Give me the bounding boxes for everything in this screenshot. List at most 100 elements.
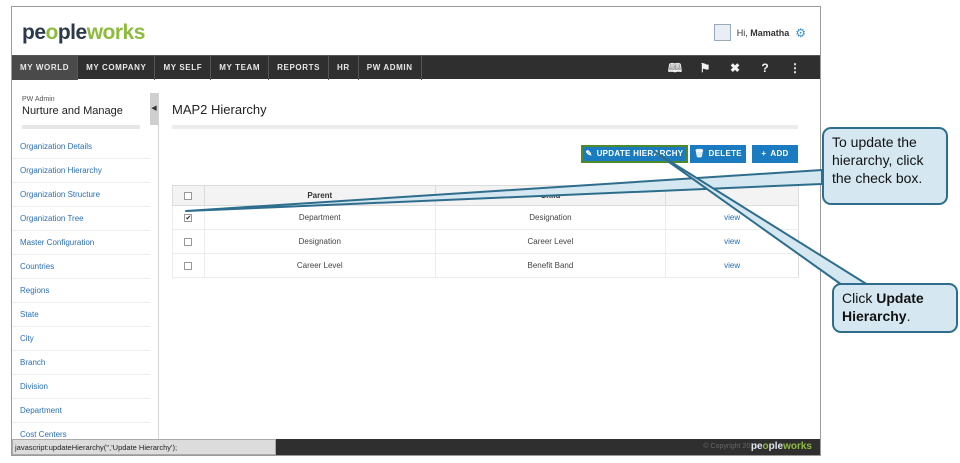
page-size-control: Show: 10 ▾ [746,173,792,183]
row-checkbox-cell: ✔ [172,205,205,230]
logo-text-b: ple [57,21,87,44]
logo-text-a: pe [22,21,46,44]
chevron-left-icon: ◀ [151,105,157,112]
view-link-cell: view [665,229,799,254]
footer-logo-a: pe [750,441,763,452]
update-hierarchy-button[interactable]: ✎ UPDATE HIERARCHY [581,145,688,163]
app-window: peopleworks Hi, Mamatha ⚙ MY WORLD MY CO… [11,6,821,456]
callout-update-suffix: . [906,308,911,324]
sidebar: PW Admin Nurture and Manage Organization… [12,93,150,447]
sidebar-item-organization-structure[interactable]: Organization Structure [12,183,150,207]
sidebar-item-organization-details[interactable]: Organization Details [12,135,150,159]
sidebar-item-branch[interactable]: Branch [12,351,150,375]
user-area: Hi, Mamatha ⚙ [713,24,806,41]
footer-logo: peopleworks [751,440,812,454]
help-icon[interactable]: ? [750,56,780,80]
page-size-select[interactable]: 10 ▾ [772,173,792,183]
pencil-icon: ✎ [585,149,593,158]
select-all-checkbox[interactable] [184,191,193,200]
delete-button[interactable]: 🗑︎ DELETE [690,145,746,163]
user-name: Mamatha [750,27,790,38]
avatar[interactable] [713,24,731,41]
sidebar-item-division[interactable]: Division [12,375,150,399]
add-button[interactable]: + ADD [752,145,798,163]
view-link[interactable]: view [724,261,740,270]
update-hierarchy-label: UPDATE HIERARCHY [596,149,684,158]
column-header-child[interactable]: Child [434,185,667,206]
page-title: MAP2 Hierarchy [172,102,267,117]
user-greeting: Hi, Mamatha [737,28,790,38]
browser-status-url: javascript:updateHierarchy('','Update Hi… [12,439,276,455]
sidebar-item-countries[interactable]: Countries [12,255,150,279]
child-cell: Designation [434,205,666,230]
nav-tab-my-company[interactable]: MY COMPANY [78,56,156,80]
hierarchy-table: Parent Child ✔ Department Designation vi… [172,185,799,278]
view-link[interactable]: view [724,213,740,222]
sidebar-list: Organization Details Organization Hierar… [12,135,150,447]
nav-tab-reports[interactable]: REPORTS [269,56,330,80]
delete-label: DELETE [708,149,742,158]
tools-icon[interactable]: ✖ [720,56,750,80]
sidebar-divider [22,125,140,129]
select-all-cell [172,185,205,206]
table-row: Designation Career Level view [172,229,799,254]
nav-tab-my-self[interactable]: MY SELF [155,56,212,80]
sidebar-scrollbar[interactable] [158,93,159,443]
parent-cell: Department [203,205,436,230]
top-header: peopleworks Hi, Mamatha ⚙ [12,7,820,54]
logo-text-c: works [86,21,146,44]
footer-logo-b: ple [768,441,784,452]
copyright-text: © Copyright 2015 [703,443,758,450]
row-checkbox-checked[interactable]: ✔ [184,213,193,222]
nav-icons: 🕮︎ ⚑ ✖ ? ⋮ [660,56,810,80]
sidebar-section-small: PW Admin [22,96,55,103]
greeting-text: Hi, [736,27,748,38]
flag-icon[interactable]: ⚑ [690,56,720,80]
gear-icon[interactable]: ⚙ [795,26,806,40]
add-label: ADD [770,149,789,158]
view-link-cell: view [665,253,799,278]
callout-update-hierarchy: Click Update Hierarchy. [832,283,958,333]
table-row: Career Level Benefit Band view [172,253,799,278]
nav-tab-pw-admin[interactable]: PW ADMIN [359,56,422,80]
parent-cell: Designation [203,229,436,254]
column-header-action [665,185,799,206]
table-header-row: Parent Child [172,185,799,206]
column-header-parent[interactable]: Parent [203,185,436,206]
row-checkbox[interactable] [184,261,193,270]
sidebar-item-organization-hierarchy[interactable]: Organization Hierarchy [12,159,150,183]
page-size-value: 10 [775,175,784,182]
logo-text-o: o [45,21,59,44]
nav-tabs: MY WORLD MY COMPANY MY SELF MY TEAM REPO… [12,56,422,80]
callout-checkbox: To update the hierarchy, click the check… [822,127,948,205]
sidebar-item-state[interactable]: State [12,303,150,327]
show-label: Show [746,173,767,182]
nav-tab-hr[interactable]: HR [329,56,359,80]
main-panel: MAP2 Hierarchy ✎ UPDATE HIERARCHY 🗑︎ DELET… [160,87,810,447]
row-checkbox[interactable] [184,237,193,246]
nav-tab-my-team[interactable]: MY TEAM [211,56,270,80]
child-cell: Career Level [434,229,666,254]
child-cell: Benefit Band [434,253,666,278]
main-nav: MY WORLD MY COMPANY MY SELF MY TEAM REPO… [12,55,820,80]
sidebar-item-department[interactable]: Department [12,399,150,423]
hierarchy-icon[interactable]: ⋮ [780,56,810,80]
sidebar-collapse-toggle[interactable]: ◀ [150,93,158,125]
nav-tab-my-world[interactable]: MY WORLD [12,56,79,80]
footer-logo-c: works [783,441,812,452]
view-link-cell: view [665,205,799,230]
parent-cell: Career Level [203,253,436,278]
sidebar-item-organization-tree[interactable]: Organization Tree [12,207,150,231]
brand-logo[interactable]: peopleworks [22,21,145,45]
book-icon[interactable]: 🕮︎ [660,56,690,80]
sidebar-item-master-configuration[interactable]: Master Configuration [12,231,150,255]
sidebar-item-regions[interactable]: Regions [12,279,150,303]
sidebar-item-city[interactable]: City [12,327,150,351]
view-link[interactable]: view [724,237,740,246]
row-checkbox-cell [172,253,205,278]
plus-icon: + [761,149,767,158]
screenshot-stage: peopleworks Hi, Mamatha ⚙ MY WORLD MY CO… [0,0,960,463]
sidebar-section-title: Nurture and Manage [22,105,123,117]
row-checkbox-cell [172,229,205,254]
footer-bar: javascript:updateHierarchy('','Update Hi… [12,439,820,455]
